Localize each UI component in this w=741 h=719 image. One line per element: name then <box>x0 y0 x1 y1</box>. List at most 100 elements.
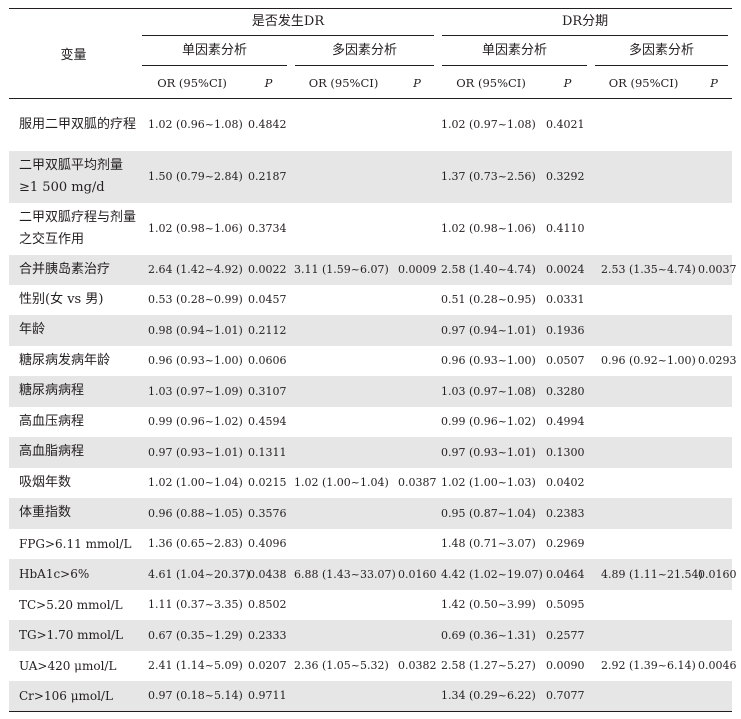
g2-multivariate-p-cell <box>696 497 733 529</box>
group-header-dr-occurrence-label: 是否发生DR <box>142 10 435 36</box>
g1-univariate-or-cell: 1.03 (0.97~1.09) <box>138 375 246 407</box>
g2-univariate-or-cell: 1.34 (0.29~6.22) <box>438 680 545 712</box>
g2-univariate-or-cell: 1.02 (0.97~1.08) <box>441 118 536 132</box>
g2-multivariate-or-cell <box>591 619 697 651</box>
g1-multivariate-or-cell <box>291 150 396 203</box>
g2-univariate-or-cell: 1.37 (0.73~2.56) <box>438 150 545 203</box>
g2-univariate-or-cell: 0.97 (0.93~1.01) <box>438 436 545 468</box>
g2-univariate-p-cell: 0.4021 <box>546 118 585 132</box>
g1-multivariate-or-cell <box>291 314 396 346</box>
g1-univariate-or-cell: 1.02 (0.96~1.08) <box>148 118 243 132</box>
g2-univariate-p-cell: 0.2383 <box>544 497 592 529</box>
g1-univariate-or-cell: 0.53 (0.28~0.99) <box>148 293 243 306</box>
p-header-1: P <box>246 67 291 99</box>
subheader-univariate-1-label: 单因素分析 <box>142 39 287 66</box>
g2-multivariate-or-cell <box>591 203 696 255</box>
g2-multivariate-or-cell: 2.92 (1.39~6.14) <box>601 659 696 672</box>
g2-multivariate-or-cell <box>591 375 697 407</box>
g2-univariate-p-cell: 0.7077 <box>544 680 592 712</box>
g1-univariate-or-cell: 4.61 (1.04~20.37) <box>138 558 250 590</box>
results-table: 变量 是否发生DR DR分期 单因素分析 多因素分析 单因素分析 多因素分析 O… <box>9 8 737 712</box>
variable-name-cell: UA>420 μmol/L <box>19 658 117 673</box>
g2-multivariate-p-cell <box>696 314 733 346</box>
g1-univariate-p-cell: 0.1311 <box>246 436 291 468</box>
g1-multivariate-p-cell <box>396 407 438 437</box>
g2-multivariate-or-cell <box>591 680 697 712</box>
g1-univariate-p-cell: 0.2333 <box>246 619 291 651</box>
subheader-univariate-1: 单因素分析 <box>138 37 291 67</box>
g1-multivariate-or-cell <box>291 529 396 559</box>
g2-univariate-or-cell: 0.69 (0.36~1.31) <box>438 619 545 651</box>
g2-univariate-p-cell: 0.0402 <box>546 476 585 489</box>
g2-univariate-p-cell: 0.4994 <box>546 415 585 428</box>
g1-univariate-or-cell: 0.97 (0.18~5.14) <box>138 680 246 712</box>
subheader-multivariate-2: 多因素分析 <box>591 37 732 67</box>
g2-multivariate-or-cell <box>591 150 697 203</box>
table-row: 高血压病程 0.99 (0.96~1.02) 0.4594 0.99 (0.96~1.… <box>9 407 732 437</box>
g1-multivariate-p-cell: 0.0160 <box>396 558 439 590</box>
g2-multivariate-or-cell <box>591 285 696 315</box>
g1-univariate-or-cell: 1.36 (0.65~2.83) <box>148 537 243 550</box>
g1-univariate-or-cell: 2.64 (1.42~4.92) <box>138 254 246 285</box>
g2-univariate-or-cell: 0.51 (0.28~0.95) <box>441 293 536 306</box>
g1-multivariate-p-cell <box>396 590 438 620</box>
g1-univariate-or-cell: 0.97 (0.93~1.01) <box>138 436 246 468</box>
g1-univariate-p-cell: 0.8502 <box>248 598 287 611</box>
g1-multivariate-p-cell <box>396 203 438 255</box>
g2-multivariate-p-cell <box>696 150 733 203</box>
g2-univariate-p-cell: 0.2577 <box>544 619 592 651</box>
g2-univariate-or-cell: 1.02 (1.00~1.03) <box>441 476 536 489</box>
g1-univariate-or-cell: 0.67 (0.35~1.29) <box>138 619 246 651</box>
g2-multivariate-p-cell <box>696 590 732 620</box>
g2-multivariate-or-cell <box>591 407 696 437</box>
g1-multivariate-p-cell: 0.0387 <box>398 476 437 489</box>
page: 变量 是否发生DR DR分期 单因素分析 多因素分析 单因素分析 多因素分析 O… <box>0 0 741 719</box>
g2-univariate-p-cell: 0.3292 <box>544 150 592 203</box>
variable-name-cell: 二甲双胍平均剂量≥1 500 mg/d <box>9 150 138 203</box>
variable-name-cell: HbA1c>6% <box>9 558 138 590</box>
table-row: 服用二甲双胍的疗程 1.02 (0.96~1.08) 0.4842 1.02 (0.9… <box>9 99 732 151</box>
g1-multivariate-p-cell <box>396 99 438 151</box>
g2-univariate-or-cell: 0.99 (0.96~1.02) <box>441 415 536 428</box>
g1-multivariate-or-cell: 3.11 (1.59~6.07) <box>291 254 396 285</box>
subheader-univariate-2: 单因素分析 <box>438 37 591 67</box>
g1-multivariate-p-cell <box>396 436 439 468</box>
g2-multivariate-p-cell <box>696 285 732 315</box>
g1-multivariate-or-cell <box>291 375 396 407</box>
g1-univariate-p-cell: 0.3576 <box>246 497 291 529</box>
g1-univariate-p-cell: 0.4842 <box>248 118 287 132</box>
table-row: 合并胰岛素治疗 2.64 (1.42~4.92) 0.0022 3.11 (1.59~… <box>9 254 737 285</box>
g2-univariate-or-cell: 0.97 (0.94~1.01) <box>438 314 545 346</box>
g1-univariate-or-cell: 0.98 (0.94~1.01) <box>138 314 246 346</box>
p-header-4: P <box>696 67 733 99</box>
g2-univariate-p-cell: 0.0331 <box>546 293 585 306</box>
table-row: 糖尿病发病年龄 0.96 (0.93~1.00) 0.0606 0.96 (0.93~… <box>9 346 737 376</box>
variable-column-header: 变量 <box>9 8 138 99</box>
g1-univariate-or-cell: 1.02 (1.00~1.04) <box>148 476 243 489</box>
g2-univariate-p-cell: 0.4110 <box>546 222 585 235</box>
group-header-dr-occurrence: 是否发生DR <box>138 8 439 37</box>
variable-name-cell: 二甲双胍疗程与剂量之交互作用 <box>19 209 137 247</box>
g1-univariate-p-cell: 0.0438 <box>246 558 291 590</box>
g1-univariate-or-cell: 0.99 (0.96~1.02) <box>148 415 243 428</box>
variable-name-cell: 吸烟年数 <box>19 474 72 490</box>
table-row: 年龄 0.98 (0.94~1.01) 0.2112 0.97 (0.94~1.01)… <box>9 314 733 346</box>
g2-multivariate-or-cell <box>591 314 697 346</box>
or-header-4: OR (95%CI) <box>591 67 697 99</box>
g2-multivariate-or-cell <box>591 497 697 529</box>
variable-name-cell: 服用二甲双胍的疗程 <box>19 116 137 132</box>
g1-univariate-or-cell: 0.96 (0.93~1.00) <box>148 354 243 367</box>
g2-univariate-or-cell: 2.58 (1.40~4.74) <box>438 254 545 285</box>
variable-name-cell: 糖尿病病程 <box>9 375 138 407</box>
g2-multivariate-or-cell <box>591 436 697 468</box>
g2-multivariate-or-cell: 2.53 (1.35~4.74) <box>591 254 697 285</box>
g1-univariate-p-cell: 0.0457 <box>248 293 287 306</box>
g1-univariate-or-cell: 1.02 (0.98~1.06) <box>148 222 243 235</box>
g1-multivariate-p-cell <box>396 680 439 712</box>
g2-univariate-p-cell: 0.0090 <box>546 659 585 672</box>
table-row: 性别(女 vs 男) 0.53 (0.28~0.99) 0.0457 0.51 (0.… <box>9 285 732 315</box>
g1-multivariate-or-cell <box>291 346 396 376</box>
table-header: 变量 是否发生DR DR分期 单因素分析 多因素分析 单因素分析 多因素分析 O… <box>9 8 733 99</box>
g1-multivariate-or-cell <box>291 99 396 151</box>
g2-multivariate-p-cell <box>696 680 733 712</box>
